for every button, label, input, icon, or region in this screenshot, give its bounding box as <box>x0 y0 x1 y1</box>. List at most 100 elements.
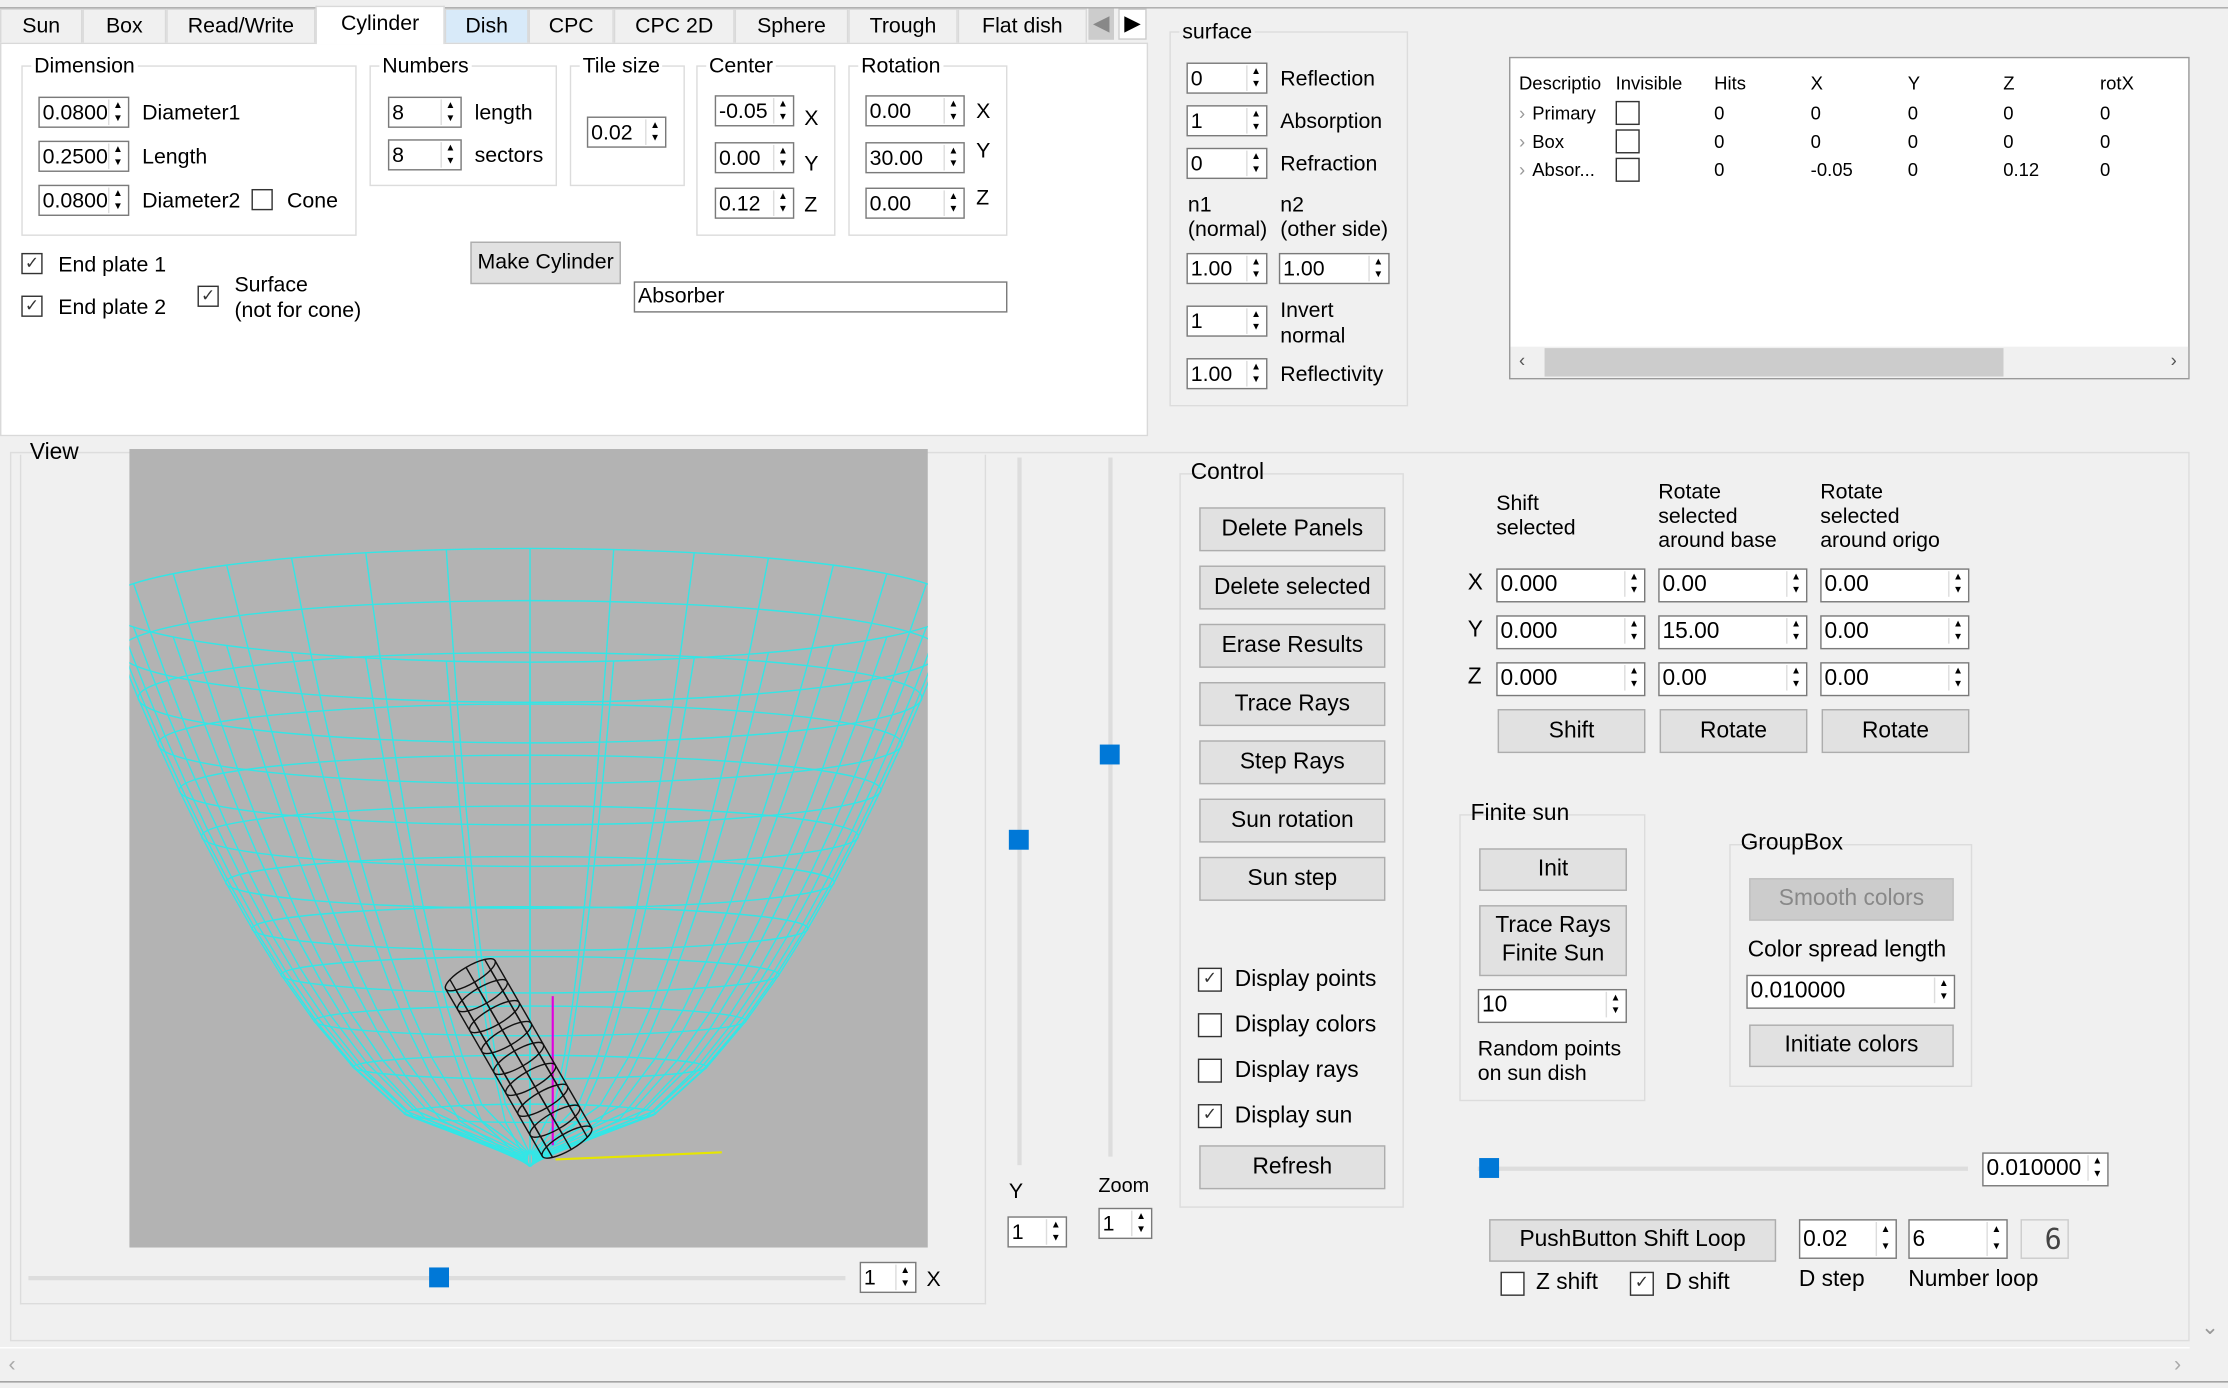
spin-arrows-icon[interactable]: ▲ ▼ <box>440 99 458 126</box>
spin-arrows-icon[interactable]: ▲ ▼ <box>1624 571 1642 597</box>
tab-sphere[interactable]: Sphere <box>734 8 849 43</box>
spin-arrows-icon[interactable]: ▲ ▼ <box>1246 65 1264 91</box>
base-x-spinbox[interactable]: 0.00 ▲ ▼ <box>1658 568 1808 603</box>
d-step-spinbox[interactable]: 0.02 ▲ ▼ <box>1798 1219 1897 1259</box>
invisible-checkbox[interactable] <box>1615 157 1640 182</box>
refresh-button[interactable]: Refresh <box>1199 1145 1386 1190</box>
spin-arrows-icon[interactable]: ▲ ▼ <box>1948 664 1966 691</box>
spread-slider[interactable] <box>1477 1166 1968 1171</box>
column-header[interactable]: Invisible <box>1607 67 1706 98</box>
spin-arrows-icon[interactable]: ▲ ▼ <box>1368 255 1386 282</box>
trace-rays-button[interactable]: Trace Rays <box>1199 682 1386 727</box>
make-cylinder-button[interactable]: Make Cylinder <box>470 241 621 285</box>
spin-arrows-icon[interactable]: ▲ ▼ <box>107 99 126 126</box>
cone-checkbox[interactable] <box>251 188 273 211</box>
spin-arrows-icon[interactable]: ▲ ▼ <box>943 190 961 216</box>
y-value-spinbox[interactable]: 1 ▲ ▼ <box>1007 1216 1068 1248</box>
diameter1-spinbox[interactable]: 0.0800 ▲ ▼ <box>38 96 130 128</box>
spin-arrows-icon[interactable]: ▲ ▼ <box>1246 150 1264 177</box>
rotation-y-spinbox[interactable]: 30.00 ▲ ▼ <box>865 142 965 174</box>
shift-loop-button[interactable]: PushButton Shift Loop <box>1489 1219 1777 1262</box>
spin-arrows-icon[interactable]: ▲ ▼ <box>1246 255 1264 282</box>
spin-arrows-icon[interactable]: ▲ ▼ <box>1786 664 1804 691</box>
surface-checkbox[interactable]: ✓ <box>197 285 219 307</box>
rotate-base-button[interactable]: Rotate <box>1659 709 1808 754</box>
y-slider-handle[interactable] <box>1008 829 1029 850</box>
x-value-spinbox[interactable]: 1 ▲ ▼ <box>859 1261 917 1294</box>
tile-size-spinbox[interactable]: 0.02 ▲ ▼ <box>586 116 667 148</box>
column-header[interactable]: X <box>1802 67 1899 98</box>
center-x-spinbox[interactable]: -0.05 ▲ ▼ <box>714 95 795 127</box>
spin-arrows-icon[interactable]: ▲ ▼ <box>1786 571 1804 597</box>
initiate-colors-button[interactable]: Initiate colors <box>1749 1024 1954 1068</box>
column-header[interactable]: Hits <box>1706 67 1803 98</box>
spin-arrows-icon[interactable]: ▲ ▼ <box>1624 618 1642 644</box>
scroll-right-icon[interactable]: › <box>2174 1353 2181 1377</box>
spin-arrows-icon[interactable]: ▲ ▼ <box>943 98 961 124</box>
sun-step-button[interactable]: Sun step <box>1199 856 1386 901</box>
page-horizontal-scrollbar[interactable]: ‹ › <box>0 1347 2190 1383</box>
spin-arrows-icon[interactable]: ▲ ▼ <box>772 98 791 124</box>
shift-button[interactable]: Shift <box>1497 709 1646 754</box>
reflectivity-spinbox[interactable]: 1.00 ▲ ▼ <box>1186 358 1268 390</box>
tab-box[interactable]: Box <box>82 8 167 43</box>
spin-arrows-icon[interactable]: ▲ ▼ <box>895 1264 913 1291</box>
length-spinbox[interactable]: 0.2500 ▲ ▼ <box>38 140 130 172</box>
spread-slider-spinbox[interactable]: 0.010000 ▲ ▼ <box>1982 1152 2109 1187</box>
n2-spinbox[interactable]: 1.00 ▲ ▼ <box>1278 252 1390 285</box>
sun-rotation-button[interactable]: Sun rotation <box>1199 798 1386 843</box>
trace-rays-finite-sun-button[interactable]: Trace Rays Finite Sun <box>1479 905 1627 977</box>
spin-arrows-icon[interactable]: ▲ ▼ <box>645 119 663 145</box>
spin-arrows-icon[interactable]: ▲ ▼ <box>107 187 126 214</box>
column-header[interactable]: Y <box>1899 67 1994 98</box>
z-shift-checkbox[interactable] <box>1500 1271 1525 1296</box>
n1-spinbox[interactable]: 1.00 ▲ ▼ <box>1186 252 1268 285</box>
delete-selected-button[interactable]: Delete selected <box>1199 565 1386 610</box>
sectors-spinbox[interactable]: 8 ▲ ▼ <box>387 139 462 171</box>
spin-arrows-icon[interactable]: ▲ ▼ <box>107 143 126 170</box>
name-input[interactable]: Absorber <box>633 281 1008 313</box>
tab-trough[interactable]: Trough <box>848 8 958 43</box>
shift-y-spinbox[interactable]: 0.000 ▲ ▼ <box>1496 615 1646 650</box>
table-row[interactable]: › Box 0 0 0 0 0 <box>1510 126 2188 154</box>
color-spread-spinbox[interactable]: 0.010000 ▲ ▼ <box>1746 974 1956 1009</box>
spin-arrows-icon[interactable]: ▲ ▼ <box>2087 1155 2105 1181</box>
tab-read-write[interactable]: Read/Write <box>166 8 316 43</box>
tab-sun[interactable]: Sun <box>0 8 83 43</box>
base-z-spinbox[interactable]: 0.00 ▲ ▼ <box>1658 662 1808 697</box>
shift-x-spinbox[interactable]: 0.000 ▲ ▼ <box>1496 568 1646 603</box>
tab-cpc-2d[interactable]: CPC 2D <box>613 8 735 43</box>
spin-arrows-icon[interactable]: ▲ ▼ <box>1986 1221 2004 1257</box>
spin-arrows-icon[interactable]: ▲ ▼ <box>1045 1219 1064 1245</box>
rotation-z-spinbox[interactable]: 0.00 ▲ ▼ <box>865 187 965 219</box>
scrollbar-thumb[interactable] <box>1544 348 2004 377</box>
reflection-spinbox[interactable]: 0 ▲ ▼ <box>1186 62 1268 94</box>
zoom-slider-handle[interactable] <box>1099 744 1120 765</box>
number-loop-spinbox[interactable]: 6 ▲ ▼ <box>1908 1219 2008 1259</box>
spin-arrows-icon[interactable]: ▲ ▼ <box>943 144 961 171</box>
x-slider-handle[interactable] <box>429 1267 450 1288</box>
spread-slider-handle[interactable] <box>1479 1158 1500 1178</box>
spin-arrows-icon[interactable]: ▲ ▼ <box>1933 977 1952 1004</box>
scroll-down-icon[interactable]: ⌄ <box>2201 1314 2219 1340</box>
tab-scroll-right-icon[interactable]: ▶ <box>1118 8 1147 40</box>
display-checkbox[interactable] <box>1197 1013 1222 1038</box>
vertical-scrollbar[interactable]: ⌄ <box>2190 0 2228 1347</box>
scroll-left-icon[interactable]: ‹ <box>1519 350 1525 371</box>
end-plate2-checkbox[interactable]: ✓ <box>21 295 43 317</box>
column-header[interactable]: Z <box>1995 67 2092 98</box>
column-header[interactable]: Descriptio <box>1510 67 1607 98</box>
tab-cpc[interactable]: CPC <box>528 8 614 43</box>
init-button[interactable]: Init <box>1479 848 1627 891</box>
spin-arrows-icon[interactable]: ▲ ▼ <box>440 142 458 168</box>
expand-chevron-icon[interactable]: › <box>1519 158 1525 179</box>
zoom-value-spinbox[interactable]: 1 ▲ ▼ <box>1098 1207 1153 1240</box>
spin-arrows-icon[interactable]: ▲ ▼ <box>1246 360 1264 387</box>
expand-chevron-icon[interactable]: › <box>1519 130 1525 151</box>
origo-x-spinbox[interactable]: 0.00 ▲ ▼ <box>1820 568 1970 603</box>
column-header[interactable]: rotX <box>2091 67 2188 98</box>
smooth-colors-button[interactable]: Smooth colors <box>1749 878 1954 921</box>
random-points-spinbox[interactable]: 10 ▲ ▼ <box>1477 988 1627 1024</box>
tab-flat-dish[interactable]: Flat dish <box>957 8 1088 43</box>
base-y-spinbox[interactable]: 15.00 ▲ ▼ <box>1658 615 1808 650</box>
